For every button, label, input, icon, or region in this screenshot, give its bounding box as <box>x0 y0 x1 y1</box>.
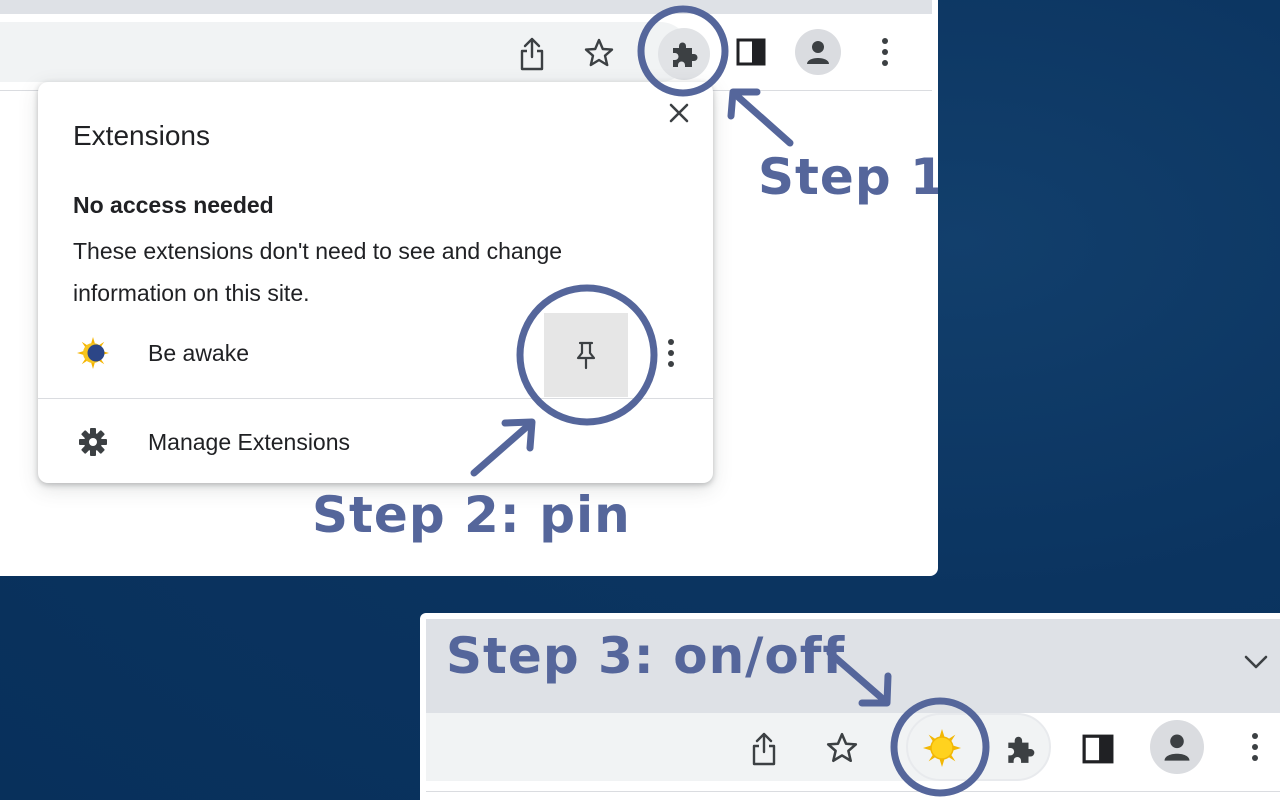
pin-icon <box>576 341 596 370</box>
step-2-label: Step 2: pin <box>312 486 631 544</box>
manage-extensions-item[interactable]: Manage Extensions <box>38 400 713 480</box>
manage-extensions-label: Manage Extensions <box>148 429 351 455</box>
chevron-down-icon[interactable] <box>1238 647 1274 677</box>
side-panel-icon[interactable] <box>1076 727 1120 771</box>
popup-divider <box>38 398 713 399</box>
share-icon[interactable] <box>510 32 554 76</box>
extension-name: Be awake <box>148 340 250 366</box>
section-description: These extensions don't need to see and c… <box>73 238 563 306</box>
bookmark-star-icon[interactable] <box>820 726 864 770</box>
extension-more-icon[interactable] <box>658 336 684 370</box>
profile-avatar-icon[interactable] <box>795 29 841 75</box>
step-1-label: Step 1 <box>758 148 938 206</box>
profile-avatar-icon[interactable] <box>1150 720 1204 774</box>
close-icon[interactable] <box>664 98 694 128</box>
tab-strip <box>0 0 932 14</box>
extensions-puzzle-icon[interactable] <box>658 28 710 80</box>
be-awake-sun-icon[interactable] <box>914 725 970 771</box>
step-3-label: Step 3: on/off <box>446 627 846 685</box>
gear-icon <box>78 427 108 457</box>
be-awake-icon <box>76 336 110 370</box>
popup-title: Extensions <box>73 120 210 151</box>
share-icon[interactable] <box>742 727 786 771</box>
pin-button[interactable] <box>544 313 628 397</box>
more-menu-icon[interactable] <box>1240 727 1270 767</box>
browser-window-top: Extensions No access needed These extens… <box>0 0 938 576</box>
section-heading: No access needed <box>73 192 274 218</box>
extensions-popup: Extensions No access needed These extens… <box>38 82 713 483</box>
extension-row-be-awake[interactable]: Be awake <box>38 310 713 398</box>
toolbar-divider <box>426 791 1280 792</box>
more-menu-icon[interactable] <box>870 32 900 72</box>
browser-window-bottom: Step 3: on/off <box>420 613 1280 800</box>
extensions-puzzle-icon[interactable] <box>998 727 1042 771</box>
side-panel-icon[interactable] <box>729 30 773 74</box>
bookmark-star-icon[interactable] <box>577 31 621 75</box>
